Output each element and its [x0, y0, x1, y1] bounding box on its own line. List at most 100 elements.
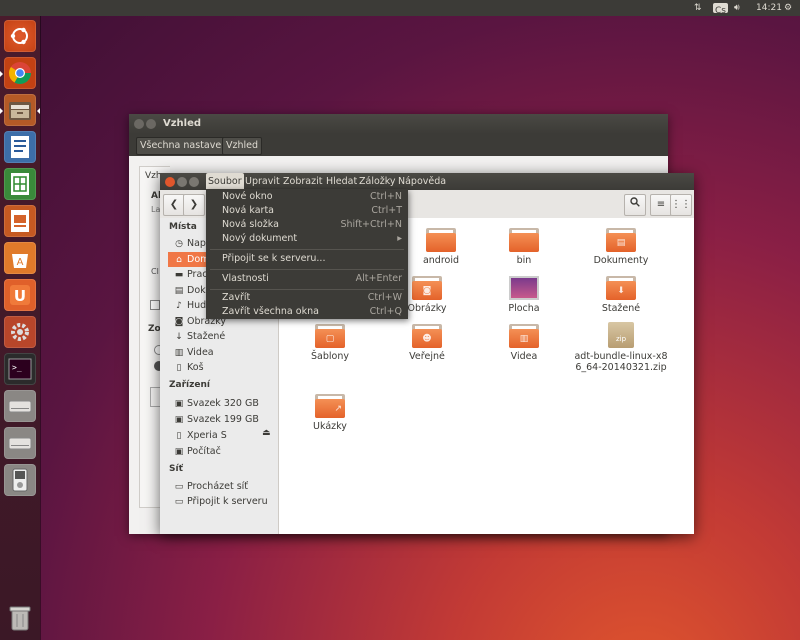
ubuntu-dash-icon[interactable]	[4, 20, 36, 52]
volume-icon[interactable]: 🔊︎	[734, 0, 740, 16]
software-center-icon[interactable]: A	[4, 242, 36, 274]
files-icon[interactable]	[4, 94, 36, 126]
calc-icon[interactable]	[4, 168, 36, 200]
running-indicator	[0, 71, 3, 77]
impress-icon[interactable]	[4, 205, 36, 237]
download-icon: ↓	[175, 332, 183, 342]
grid-view-icon[interactable]: ⋮⋮	[670, 194, 692, 216]
sidebar-item-connect-server[interactable]: ▭ Připojit k serveru	[174, 494, 268, 509]
file-item[interactable]: ▥ Videa	[484, 324, 564, 362]
chrome-icon[interactable]	[4, 57, 36, 89]
trash-icon: ▯	[176, 363, 182, 373]
writer-icon[interactable]	[4, 131, 36, 163]
menu-item-new-folder[interactable]: Nová složka Shift+Ctrl+N	[206, 218, 408, 232]
menu-zobrazit[interactable]: Zobrazit	[281, 173, 324, 190]
sidebar-item-computer[interactable]: ▣ Počítač	[174, 444, 221, 459]
sidebar-item-trash[interactable]: ▯ Koš	[174, 360, 204, 375]
forward-icon[interactable]: ❯	[183, 194, 205, 216]
menu-item-connect-server[interactable]: Připojit se k serveru...	[206, 252, 408, 266]
menu-hledat[interactable]: Hledat	[324, 173, 359, 190]
menu-item-new-document[interactable]: Nový dokument ▸	[206, 232, 408, 246]
svg-text:>_: >_	[12, 363, 22, 372]
active-indicator	[37, 108, 40, 114]
files-menubar: Soubor Upravit Zobrazit Hledat Záložky N…	[160, 173, 694, 190]
zip-file-icon: zip	[608, 322, 634, 348]
clock[interactable]: 14:21	[756, 0, 782, 16]
network-heading: Síť	[169, 464, 183, 474]
keyboard-layout-icon[interactable]: Cs	[713, 3, 728, 16]
network-icon: ▭	[174, 482, 184, 492]
sidebar-item-recent[interactable]: ◷ Nap	[174, 236, 206, 251]
running-indicator	[0, 108, 3, 114]
menu-separator	[210, 269, 404, 270]
file-item[interactable]: ↗ Ukázky	[290, 394, 370, 432]
minimize-icon[interactable]	[146, 119, 156, 129]
menu-item-close[interactable]: Zavřít Ctrl+W	[206, 291, 408, 305]
eject-icon[interactable]: ⏏	[262, 428, 271, 438]
section-label: Zo	[148, 324, 161, 334]
menu-item-close-all[interactable]: Zavřít všechna okna Ctrl+Q	[206, 305, 408, 319]
sidebar-item-videos[interactable]: ▥ Videa	[174, 345, 214, 360]
media-player-icon[interactable]	[4, 464, 36, 496]
gear-icon[interactable]: ⚙	[784, 0, 792, 16]
close-icon[interactable]	[165, 177, 175, 187]
trash-icon[interactable]	[4, 602, 36, 634]
file-menu: Nové okno Ctrl+N Nová karta Ctrl+T Nová sl…	[206, 189, 408, 319]
network-updown-icon[interactable]: ⇅	[694, 0, 702, 16]
system-settings-icon[interactable]	[4, 316, 36, 348]
file-item[interactable]: zip adt-bundle-linux-x86_64-20140321.zip	[574, 322, 668, 373]
file-item[interactable]: android	[401, 228, 481, 266]
folder-icon	[509, 228, 539, 252]
sidebar-item-desktop[interactable]: ▬ Prac	[174, 267, 208, 282]
appearance-toolbar: Všechna nastavení Vzhled	[129, 134, 668, 156]
sidebar-item-volume-199[interactable]: ▣ Svazek 199 GB	[174, 412, 259, 427]
music-icon: ♪	[176, 301, 182, 311]
list-view-icon[interactable]: ≡	[650, 194, 672, 216]
examples-folder-icon: ↗	[315, 394, 345, 418]
file-item[interactable]: Plocha	[484, 276, 564, 314]
sidebar-item-volume-320[interactable]: ▣ Svazek 320 GB	[174, 396, 259, 411]
drive-icon: ▣	[174, 447, 184, 457]
minimize-icon[interactable]	[177, 177, 187, 187]
file-item[interactable]: ▤ Dokumenty	[581, 228, 661, 266]
all-settings-button[interactable]: Všechna nastavení	[136, 137, 234, 155]
folder-icon	[426, 228, 456, 252]
ubuntu-one-icon[interactable]: U	[4, 279, 36, 311]
file-item[interactable]: bin	[484, 228, 564, 266]
places-heading: Místa	[169, 222, 197, 232]
documents-folder-icon: ▤	[606, 228, 636, 252]
file-item[interactable]: ▢ Šablony	[290, 324, 370, 362]
menu-upravit[interactable]: Upravit	[243, 173, 282, 190]
file-item[interactable]: ⬇ Stažené	[581, 276, 661, 314]
sidebar-item-xperia[interactable]: ▯ Xperia S	[174, 428, 227, 443]
close-icon[interactable]	[134, 119, 144, 129]
menu-soubor[interactable]: Soubor	[206, 173, 244, 190]
svg-text:A: A	[17, 257, 24, 268]
drive-icon: ▣	[174, 399, 184, 409]
file-item[interactable]: ☻ Veřejné	[387, 324, 467, 362]
terminal-icon[interactable]: >_	[4, 353, 36, 385]
svg-text:U: U	[14, 287, 26, 305]
menu-item-new-window[interactable]: Nové okno Ctrl+N	[206, 190, 408, 204]
home-icon: ⌂	[176, 255, 182, 265]
maximize-icon[interactable]	[189, 177, 199, 187]
top-panel: ⇅ Cs 🔊︎ 14:21 ⚙	[0, 0, 800, 16]
drive-icon[interactable]	[4, 427, 36, 459]
drive-icon[interactable]	[4, 390, 36, 422]
checkbox[interactable]	[150, 300, 160, 310]
pictures-folder-icon: ◙	[412, 276, 442, 300]
menu-zalozky[interactable]: Záložky	[357, 173, 398, 190]
clock-icon: ◷	[175, 239, 183, 249]
search-icon[interactable]	[624, 194, 646, 216]
sidebar-item-browse-network[interactable]: ▭ Procházet síť	[174, 479, 248, 494]
back-icon[interactable]: ❮	[163, 194, 185, 216]
menu-item-new-tab[interactable]: Nová karta Ctrl+T	[206, 204, 408, 218]
camera-icon: ◙	[174, 317, 184, 327]
menu-item-properties[interactable]: Vlastnosti Alt+Enter	[206, 272, 408, 286]
section-sub: La	[151, 205, 161, 214]
appearance-breadcrumb[interactable]: Vzhled	[222, 137, 263, 155]
sidebar-item-downloads[interactable]: ↓ Stažené	[174, 329, 225, 344]
menu-napoveda[interactable]: Nápověda	[396, 173, 448, 190]
section-label: Cl	[151, 267, 159, 276]
desktop-folder-icon	[509, 276, 539, 300]
